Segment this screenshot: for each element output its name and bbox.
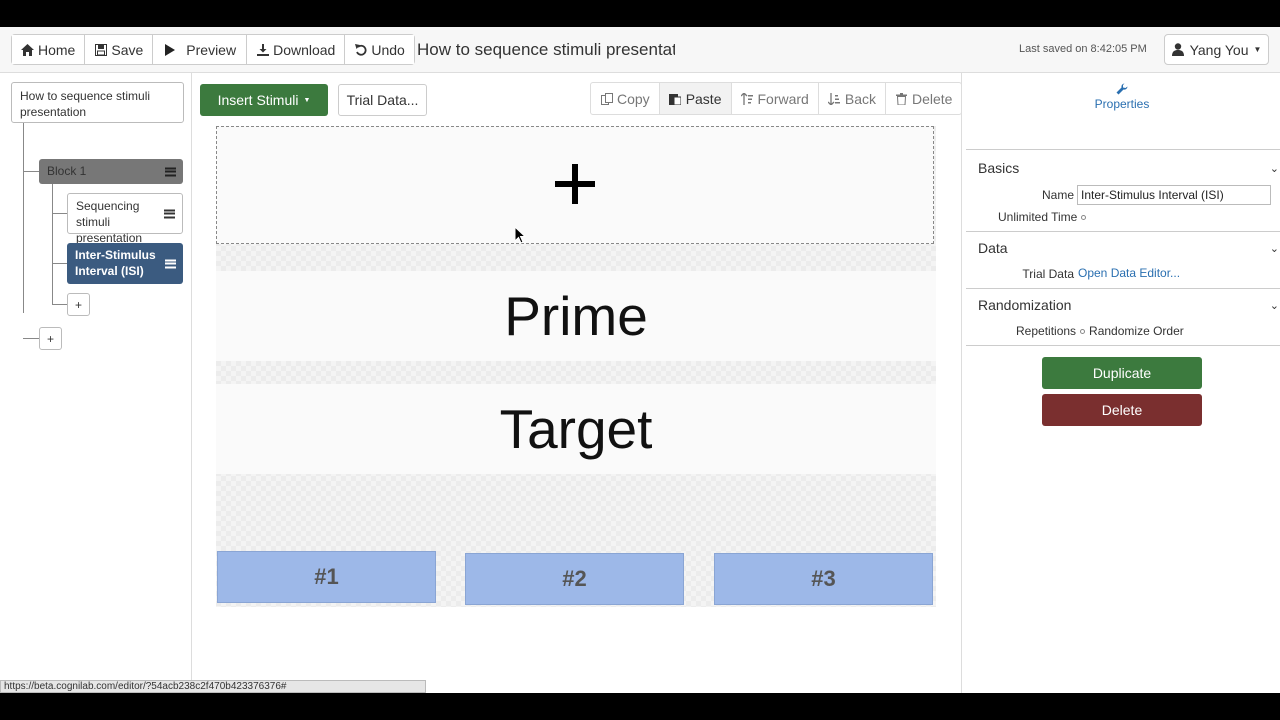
tree-connector — [52, 184, 53, 304]
trial-label: Sequencing stimuli presentation — [76, 199, 143, 245]
tree-trial-isi[interactable]: Inter-Stimulus Interval (ISI) — [67, 243, 183, 284]
user-menu-button[interactable]: Yang You ▼ — [1164, 34, 1269, 65]
unlimited-time-label: Unlimited Time — [998, 210, 1078, 224]
chevron-down-icon[interactable]: ⌄ — [1270, 162, 1279, 175]
sort-forward-icon — [741, 92, 754, 105]
stimuli-editor: Insert Stimuli ▼ Trial Data... Copy Past… — [193, 73, 963, 693]
download-button[interactable]: Download — [247, 35, 346, 64]
save-icon — [94, 43, 107, 56]
download-icon — [256, 43, 269, 56]
mouse-cursor-icon — [515, 227, 527, 244]
unlimited-time-row: Unlimited Time — [982, 210, 1107, 224]
randomization-row: Repetitions Randomize Order — [1016, 324, 1236, 338]
response-button-3[interactable]: #3 — [714, 553, 933, 605]
undo-button[interactable]: Undo — [345, 35, 414, 64]
paste-icon — [669, 92, 682, 105]
forward-label: Forward — [757, 90, 809, 107]
properties-panel: Properties Basics ⌄ Name Unlimited Time … — [961, 73, 1280, 693]
last-saved-text: Last saved on 8:42:05 PM — [1019, 43, 1147, 55]
home-button[interactable]: Home — [12, 35, 86, 64]
home-label: Home — [38, 41, 76, 58]
trial-canvas[interactable]: Prime Target #1 #2 #3 — [216, 126, 936, 607]
download-label: Download — [273, 41, 336, 58]
add-block-button[interactable]: + — [39, 327, 62, 350]
tree-root-experiment[interactable]: How to sequence stimuli presentation — [11, 82, 184, 123]
paste-button[interactable]: Paste — [659, 83, 732, 114]
home-icon — [21, 43, 34, 56]
user-name: Yang You — [1189, 41, 1249, 58]
tree-connector — [23, 123, 24, 313]
chevron-down-icon[interactable]: ⌄ — [1270, 299, 1279, 312]
document-title[interactable]: How to sequence stimuli presentatio — [417, 40, 675, 60]
paste-label: Paste — [685, 90, 722, 107]
main-actions-group: Home Save Preview Download Undo — [11, 34, 415, 65]
trash-icon — [895, 92, 908, 105]
chevron-down-icon[interactable]: ⌄ — [1270, 242, 1279, 255]
tree-trial-sequencing[interactable]: Sequencing stimuli presentation — [67, 193, 183, 245]
open-data-editor-link[interactable]: Open Data Editor... — [1078, 266, 1180, 280]
fixation-cross-icon — [555, 164, 595, 204]
fixation-cross-stimulus[interactable] — [216, 126, 934, 244]
top-toolbar: Home Save Preview Download Undo How to s… — [0, 27, 1280, 73]
duplicate-button[interactable]: Duplicate — [1042, 357, 1202, 389]
properties-tab-label: Properties — [1094, 97, 1150, 111]
copy-icon — [600, 92, 613, 105]
section-divider — [966, 345, 1280, 346]
randomize-order-label[interactable]: Randomize Order — [1089, 324, 1184, 338]
trial-label: Inter-Stimulus Interval (ISI) — [75, 248, 156, 278]
tree-connector — [23, 338, 39, 339]
name-field[interactable] — [1077, 185, 1271, 205]
insert-stimuli-label: Insert Stimuli — [217, 92, 299, 108]
play-icon — [163, 43, 176, 56]
tree-connector — [23, 171, 39, 172]
hamburger-icon[interactable] — [165, 167, 176, 176]
randomization-title[interactable]: Randomization — [978, 297, 1071, 313]
preview-label: Preview — [186, 41, 237, 58]
trial-data-label: Trial Data — [1022, 267, 1074, 281]
edit-actions-group: Copy Paste Forward Back Delete — [590, 82, 963, 115]
data-title[interactable]: Data — [978, 240, 1008, 256]
status-url-bar: https://beta.cognilab.com/editor/?54acb2… — [0, 680, 426, 693]
basics-title[interactable]: Basics — [978, 160, 1019, 176]
save-button[interactable]: Save — [85, 35, 154, 64]
delete-trial-button[interactable]: Delete — [1042, 394, 1202, 426]
unlimited-time-toggle[interactable] — [1081, 215, 1087, 221]
hamburger-icon[interactable] — [165, 259, 176, 268]
forward-button[interactable]: Forward — [732, 83, 819, 114]
insert-stimuli-button[interactable]: Insert Stimuli ▼ — [200, 84, 328, 116]
tree-connector — [52, 263, 67, 264]
repetitions-toggle[interactable] — [1080, 329, 1086, 335]
back-label: Back — [844, 90, 876, 107]
back-button[interactable]: Back — [819, 83, 886, 114]
name-label: Name — [1041, 188, 1074, 202]
prime-stimulus[interactable]: Prime — [216, 271, 936, 361]
trial-data-button[interactable]: Trial Data... — [338, 84, 427, 116]
app-window: Home Save Preview Download Undo How to s… — [0, 27, 1280, 693]
delete-stimulus-button[interactable]: Delete — [886, 83, 961, 114]
preview-button[interactable]: Preview — [153, 35, 248, 64]
target-stimulus[interactable]: Target — [216, 384, 936, 474]
save-label: Save — [111, 41, 144, 58]
repetitions-label: Repetitions — [1016, 324, 1077, 338]
sort-back-icon — [828, 92, 841, 105]
undo-label: Undo — [371, 41, 405, 58]
response-button-2[interactable]: #2 — [465, 553, 684, 605]
structure-panel: How to sequence stimuli presentation Blo… — [0, 73, 192, 693]
tree-block-node[interactable]: Block 1 — [39, 159, 183, 184]
add-trial-button[interactable]: + — [67, 293, 90, 316]
hamburger-icon[interactable] — [164, 209, 175, 218]
response-button-1[interactable]: #1 — [217, 551, 436, 603]
block-label: Block 1 — [47, 164, 87, 178]
caret-down-icon: ▼ — [303, 96, 311, 104]
user-icon — [1172, 43, 1185, 56]
copy-button[interactable]: Copy — [591, 83, 660, 114]
wrench-icon — [1116, 83, 1128, 95]
tree-connector — [52, 304, 67, 305]
tree-connector — [52, 213, 67, 214]
properties-tab[interactable]: Properties — [1067, 83, 1177, 111]
caret-down-icon: ▼ — [1253, 45, 1262, 54]
copy-label: Copy — [617, 90, 650, 107]
undo-icon — [354, 43, 367, 56]
delete-label: Delete — [911, 90, 953, 107]
